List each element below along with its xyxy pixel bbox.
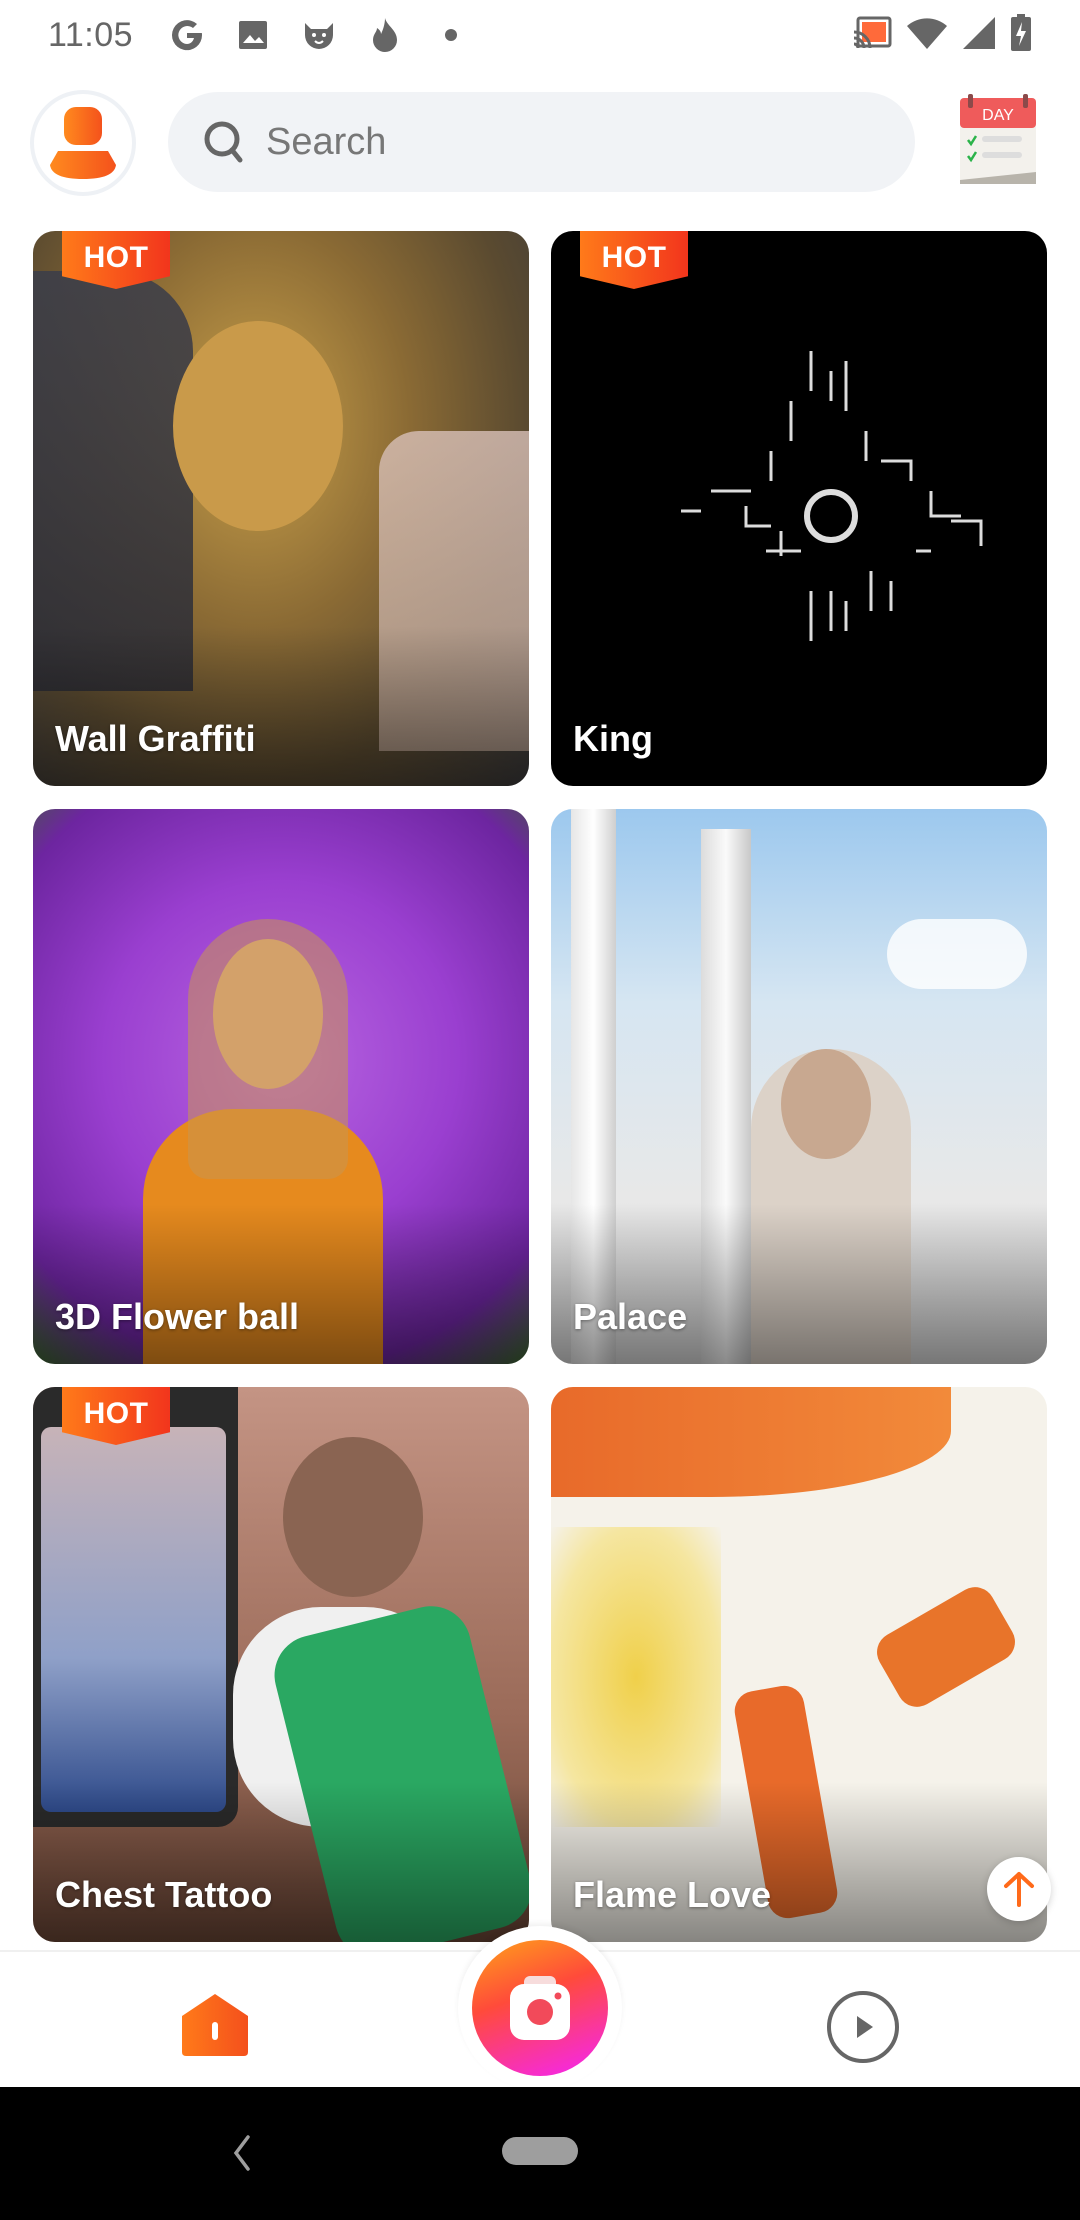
- system-back-button[interactable]: [226, 2131, 256, 2175]
- camera-icon: [510, 1976, 570, 2040]
- cell-signal-icon: [962, 16, 996, 55]
- status-time: 11:05: [48, 15, 134, 54]
- home-icon: [182, 1994, 248, 2056]
- king-effect-artwork: [681, 351, 983, 641]
- effect-card-chest-tattoo[interactable]: HOT Chest Tattoo: [33, 1387, 529, 1942]
- status-right: [852, 14, 1032, 57]
- google-icon: [167, 15, 207, 55]
- effect-card-king[interactable]: HOT King: [551, 231, 1047, 786]
- play-icon: [827, 1991, 899, 2063]
- cat-app-icon: [299, 15, 339, 55]
- effect-card-3d-flower-ball[interactable]: 3D Flower ball: [33, 809, 529, 1364]
- calendar-day-label: DAY: [982, 107, 1014, 124]
- card-title: Wall Graffiti: [55, 718, 256, 759]
- card-shade: [33, 1204, 529, 1364]
- card-title: Flame Love: [573, 1874, 772, 1915]
- more-notifications-dot: [431, 15, 471, 55]
- effect-card-palace[interactable]: Palace: [551, 809, 1047, 1364]
- card-title: King: [573, 718, 653, 759]
- search-placeholder: Search: [266, 120, 387, 163]
- card-title: Palace: [573, 1296, 688, 1337]
- card-shade: [33, 626, 529, 786]
- system-home-pill[interactable]: [502, 2137, 578, 2165]
- card-shade: [551, 1204, 1047, 1364]
- system-navigation-bar: [0, 2087, 1080, 2220]
- gallery-icon: [233, 15, 273, 55]
- header: Search DAY: [0, 90, 1080, 195]
- search-input[interactable]: Search: [168, 92, 915, 192]
- effect-card-wall-graffiti[interactable]: HOT Wall Graffiti: [33, 231, 529, 786]
- nav-play-button[interactable]: [826, 1990, 900, 2064]
- card-shade: [551, 1782, 1047, 1942]
- daily-calendar-button[interactable]: DAY: [958, 94, 1038, 186]
- arrow-up-icon: [1004, 1872, 1034, 1907]
- hot-badge: HOT: [580, 231, 688, 289]
- card-title: Chest Tattoo: [55, 1874, 273, 1915]
- card-shade: [33, 1782, 529, 1942]
- nav-camera-button[interactable]: [472, 1940, 608, 2076]
- card-title: 3D Flower ball: [55, 1296, 300, 1337]
- avatar-button[interactable]: [34, 94, 132, 192]
- user-profile-icon: [50, 107, 116, 179]
- back-chevron-icon: [233, 2135, 250, 2171]
- wifi-icon: [906, 16, 948, 55]
- fire-app-icon: [365, 15, 405, 55]
- effect-card-flame-love[interactable]: Flame Love: [551, 1387, 1047, 1942]
- status-bar: 11:05: [0, 0, 1080, 70]
- nav-home-button[interactable]: [180, 1992, 250, 2058]
- cast-icon: [852, 16, 892, 55]
- scroll-to-top-button[interactable]: [987, 1857, 1051, 1921]
- battery-charging-icon: [1010, 14, 1032, 57]
- bottom-nav: [0, 1926, 1080, 2090]
- calendar-checklist-icon: DAY: [960, 94, 1036, 184]
- search-icon: [204, 121, 243, 163]
